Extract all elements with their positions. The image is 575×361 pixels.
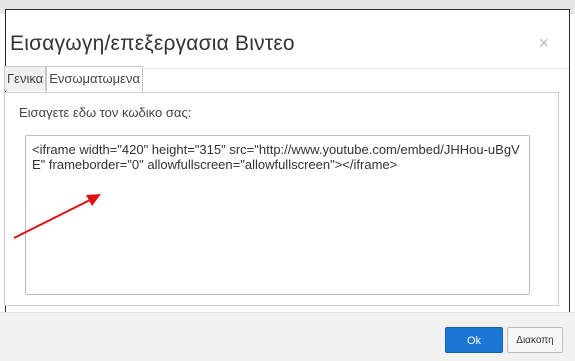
cancel-button[interactable]: Διακοπη xyxy=(507,327,563,353)
close-icon[interactable]: × xyxy=(538,34,549,52)
ok-button[interactable]: Ok xyxy=(445,327,503,353)
tab-general[interactable]: Γενικα xyxy=(4,66,47,91)
dialog-header: Εισαγωγη/επεξεργασια Βιντεο × xyxy=(6,10,569,69)
embed-panel: Εισαγετε εδω τον κωδικο σας: <iframe wid… xyxy=(4,92,559,306)
tab-embed[interactable]: Ενσωματωμενα xyxy=(46,66,143,92)
embed-code-textarea[interactable]: <iframe width="420" height="315" src="ht… xyxy=(25,135,530,295)
tab-bar: Γενικα Ενσωματωμενα xyxy=(4,66,143,92)
embed-code-label: Εισαγετε εδω τον κωδικο σας: xyxy=(19,105,192,120)
dialog-title: Εισαγωγη/επεξεργασια Βιντεο xyxy=(10,32,295,55)
